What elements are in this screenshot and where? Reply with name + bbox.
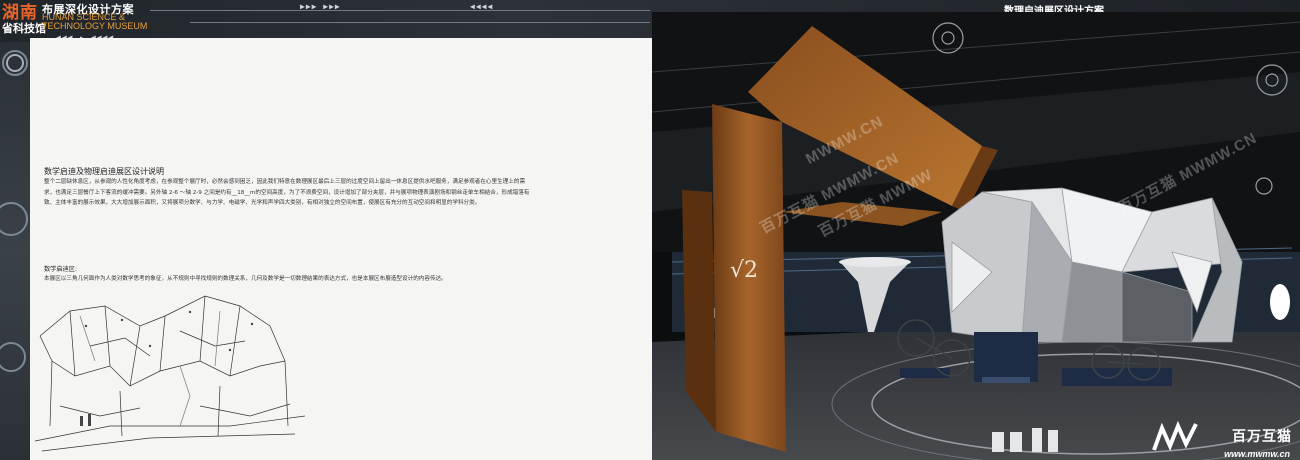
ring-decor (0, 342, 26, 372)
bottom-logo-text: 百万互猫 (1232, 429, 1292, 445)
document-subtitle: HUNAN SCIENCE & TECHNOLOGY MUSEUM (42, 12, 148, 31)
exhibition-render: √2 MWMW.CN 百万互猫 MWMW.CN 百万互猫 MWMW 百万互猫 M… (652, 12, 1300, 460)
concept-sketch (34, 295, 306, 452)
description-paragraph: 整个二层缺休息区，从参观的人性化角度考虑，在参观整个展厅时，必然会感到困乏，因此… (44, 179, 530, 206)
bottom-logo-url: www.mwmw.cn (1224, 449, 1290, 459)
arrows-decor: ◀◀◀◀ (470, 2, 494, 11)
arrows-decor: ▶▶▶ ▶▶▶ (300, 2, 341, 11)
left-decor-strip (0, 42, 30, 460)
sqrt-two-label: √2 (730, 258, 759, 283)
decor-line (190, 22, 650, 23)
ring-decor (6, 54, 24, 72)
text-panel: 数学启迪及物理启迪展区设计说明 整个二层缺休息区，从参观的人性化角度考虑，在参观… (30, 38, 652, 460)
logo-museum-text: 省科技馆 (2, 22, 46, 35)
museum-logo: 湖南 省科技馆 (0, 0, 46, 40)
description-heading: 数学启迪及物理启迪展区设计说明 (44, 167, 164, 176)
render-scene (652, 12, 1300, 460)
page: 湖南 省科技馆 布展深化设计方案 HUNAN SCIENCE & TECHNOL… (0, 0, 1300, 460)
ring-decor (0, 202, 28, 236)
mwmw-logo-icon (1152, 420, 1198, 452)
decor-line (150, 10, 650, 11)
